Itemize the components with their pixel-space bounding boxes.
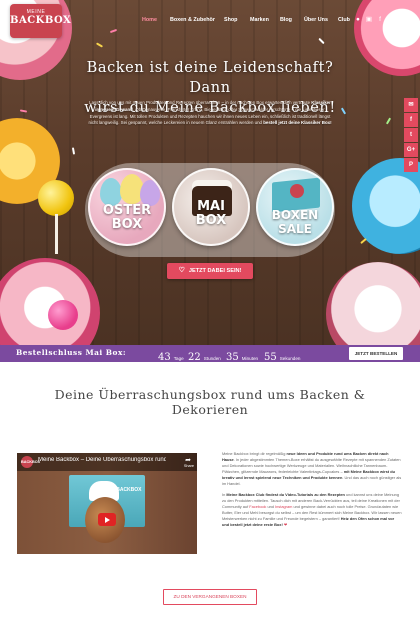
- countdown-unit-label: Sekunden: [279, 356, 301, 361]
- nav-item-blog[interactable]: Blog: [280, 17, 292, 23]
- video-title-bar: BACKBOX Meine Backbox – Deine Überraschu…: [17, 453, 197, 471]
- cupcake-image: [354, 0, 420, 76]
- logo-small-text: MEINE: [26, 9, 46, 15]
- box-label-line2: SALE: [278, 222, 312, 236]
- cart-icon[interactable]: ▣: [365, 16, 373, 24]
- countdown-minutes: 35 Minuten: [226, 347, 258, 365]
- description-text: In: [222, 492, 226, 497]
- play-icon[interactable]: [98, 513, 116, 526]
- facebook-icon[interactable]: f: [376, 16, 384, 24]
- box-label-line1: BOXEN: [271, 208, 319, 222]
- nav-item-marken[interactable]: Marken: [250, 17, 269, 23]
- countdown-unit-label: Stunden: [203, 356, 221, 361]
- nav-item-home[interactable]: Home: [142, 17, 157, 23]
- sprinkle: [318, 37, 325, 45]
- logo-big-text: BACKBOX: [10, 15, 72, 26]
- box-label: MAI BOX: [174, 200, 248, 228]
- channel-logo[interactable]: BACKBOX: [21, 456, 40, 468]
- sprinkle: [95, 42, 104, 48]
- hero-section: MEINE BACKBOX Home Boxen & Zubehör Shop …: [0, 0, 420, 345]
- video-title[interactable]: Meine Backbox – Deine Überraschungsbox r…: [38, 457, 166, 463]
- box-label-line1: MAI: [197, 199, 225, 214]
- user-icon[interactable]: ●: [354, 16, 362, 24]
- club-link[interactable]: Meine Backbox Club: [226, 492, 264, 497]
- cupcake-image: [0, 258, 100, 345]
- sprinkle: [71, 147, 76, 155]
- googleplus-share-icon[interactable]: G+: [404, 143, 418, 157]
- share-sidebar: ✉ f t G+ P: [404, 98, 418, 173]
- section-title: Deine Überraschungsbox rund ums Backen &…: [54, 387, 366, 417]
- countdown-value: 35: [226, 352, 239, 363]
- hero-description: Lass dich von uns mit neuen Produkten un…: [88, 100, 332, 127]
- twitter-share-icon[interactable]: t: [404, 128, 418, 142]
- sprinkle: [385, 117, 392, 125]
- countdown-days: 43 Tage: [158, 347, 184, 365]
- nav-item-shop[interactable]: Shop: [224, 17, 237, 23]
- countdown-hours: 22 Stunden: [188, 347, 221, 365]
- sprinkle: [109, 28, 118, 34]
- nav-item-ueber-uns[interactable]: Über Uns: [304, 17, 328, 23]
- past-boxes-button[interactable]: ZU DEN VERGANGENEN BOXEN: [163, 589, 257, 605]
- countdown-value: 22: [188, 352, 201, 363]
- cakepop-image: [38, 180, 74, 216]
- search-icon[interactable]: ⚲: [408, 16, 416, 24]
- order-now-button[interactable]: JETZT BESTELLEN: [349, 347, 403, 360]
- hero-title-line1: Backen ist deine Leidenschaft? Dann: [86, 60, 334, 96]
- join-now-label: JETZT DABEI SEIN!: [188, 268, 242, 274]
- countdown-unit-label: Tage: [173, 356, 184, 361]
- countdown-seconds: 55 Sekunden: [264, 347, 300, 365]
- oster-box-tile[interactable]: OSTER BOX: [88, 168, 166, 246]
- brand-logo[interactable]: MEINE BACKBOX: [10, 4, 72, 38]
- join-now-button[interactable]: ♡ JETZT DABEI SEIN!: [167, 263, 253, 279]
- box-label: OSTER BOX: [90, 204, 164, 232]
- cakepop-image: [48, 300, 78, 330]
- order-countdown-bar: Bestellschluss Mai Box: 43 Tage 22 Stunden…: [0, 345, 420, 365]
- description-text: Meine Backbox bringt dir regelmäßig: [222, 451, 286, 456]
- countdown-label: Bestellschluss Mai Box:: [16, 348, 127, 357]
- countdown-value: 55: [264, 352, 277, 363]
- box-label: BOXEN SALE: [258, 208, 332, 236]
- heart-icon: ❤: [282, 522, 288, 527]
- hero-text-bold: bestell jetzt deine Klassiker Box!: [263, 120, 332, 126]
- box-label-line1: OSTER: [102, 203, 152, 218]
- backbox-logo-badge: [290, 184, 304, 198]
- instagram-icon[interactable]: ◯: [386, 16, 394, 24]
- description-bold: findest du Video-Tutorials zu den Rezept…: [265, 492, 345, 497]
- sprinkle: [19, 109, 28, 113]
- hero-text-part: Lass dich von uns mit neuen Produkten un…: [89, 100, 311, 105]
- youtube-icon[interactable]: ▶: [397, 16, 405, 24]
- heart-icon: ♡: [178, 267, 185, 274]
- description-paragraph: Meine Backbox bringt dir regelmäßig neue…: [222, 451, 402, 487]
- share-label[interactable]: Share: [184, 464, 194, 468]
- pinterest-share-icon[interactable]: P: [404, 158, 418, 172]
- instagram-link[interactable]: Instagram: [275, 504, 292, 509]
- nav-item-club[interactable]: Club: [338, 17, 350, 23]
- box-label-line2: BOX: [195, 213, 227, 228]
- facebook-share-icon[interactable]: f: [404, 113, 418, 127]
- boxen-sale-tile[interactable]: BOXEN SALE: [256, 168, 334, 246]
- mai-box-tile[interactable]: MAI BOX: [172, 168, 250, 246]
- sprinkle: [360, 237, 367, 245]
- cakepop-stick: [55, 214, 58, 254]
- description-text: und: [267, 504, 274, 509]
- share-icon[interactable]: ➦: [185, 456, 191, 464]
- easter-egg-image: [100, 178, 122, 206]
- nav-item-boxen[interactable]: Boxen & Zubehör: [170, 17, 215, 23]
- description-column: Meine Backbox bringt dir regelmäßig neue…: [222, 451, 402, 533]
- facebook-link[interactable]: Facebook: [249, 504, 266, 509]
- cupcake-image: [326, 262, 420, 345]
- countdown-unit-label: Minuten: [241, 356, 259, 361]
- box-label-line2: BOX: [111, 217, 143, 232]
- youtube-video-embed[interactable]: MEINE BACKBOX BACKBOX Meine Backbox – De…: [17, 453, 197, 554]
- email-share-icon[interactable]: ✉: [404, 98, 418, 112]
- countdown-value: 43: [158, 352, 171, 363]
- description-paragraph: In Meine Backbox Club findest du Video-T…: [222, 492, 402, 528]
